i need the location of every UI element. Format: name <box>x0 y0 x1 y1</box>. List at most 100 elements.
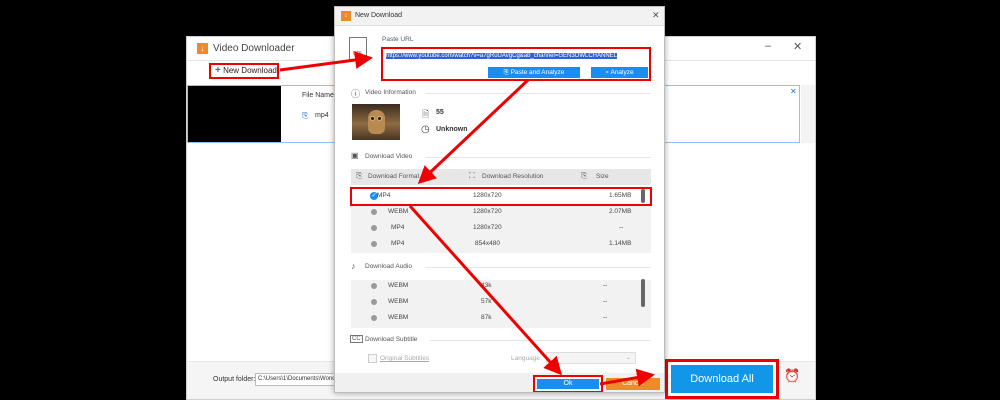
divider <box>425 157 651 158</box>
url-value: https://www.youtube.com/watch?v=a7gRuUAv… <box>386 53 618 59</box>
list-scrollbar[interactable] <box>801 85 815 143</box>
row-bitrate: 43k <box>481 282 492 289</box>
info-icon: ⓘ <box>351 89 361 99</box>
original-subtitles-checkbox[interactable] <box>368 354 377 363</box>
language-select[interactable]: ⌄ <box>546 352 636 364</box>
analyze-button[interactable]: ⌕ Analyze <box>591 67 648 78</box>
output-folder-input[interactable]: C:\Users\1\Documents\Wonde <box>255 373 345 386</box>
row-size: -- <box>603 282 608 289</box>
resolution-icon: ⛶ <box>469 171 475 180</box>
audio-list-scrollbar[interactable] <box>641 279 645 307</box>
row-resolution: 1280x720 <box>473 208 502 215</box>
row-size: -- <box>603 298 608 305</box>
dialog-title-bar: ↓ New Download ✕ <box>335 7 664 26</box>
row-size: -- <box>603 314 608 321</box>
document-icon: 🗎 <box>422 109 430 119</box>
url-file-icon: URL <box>349 37 367 61</box>
format-icon: ⎘ <box>356 171 363 180</box>
video-row[interactable]: MP4 854x480 1.14MB <box>351 236 651 252</box>
language-label: Language <box>511 355 540 362</box>
video-table-header: ⎘ Download Format ⛶ Download Resolution … <box>351 169 651 185</box>
paste-and-analyze-button[interactable]: ⎘ Paste and Analyze <box>488 67 580 78</box>
dialog-title: New Download <box>355 12 403 19</box>
alarm-clock-icon[interactable]: ⏰ <box>784 368 800 384</box>
app-logo-icon: ↓ <box>341 11 351 21</box>
video-size: Unknown <box>436 126 468 133</box>
row-size: -- <box>619 224 624 231</box>
row-format: WEBM <box>388 208 409 215</box>
close-button[interactable]: ✕ <box>793 40 802 53</box>
remove-item-button[interactable]: ✕ <box>790 87 797 96</box>
video-section-icon: ▣ <box>351 151 359 160</box>
video-thumbnail <box>352 104 400 140</box>
video-information-label: Video Information <box>365 89 416 96</box>
file-format: mp4 <box>315 112 329 119</box>
download-video-label: Download Video <box>365 153 413 160</box>
owl-eye <box>377 116 382 121</box>
paste-and-analyze-label: Paste and Analyze <box>510 69 565 76</box>
plus-icon: + <box>215 65 221 76</box>
video-thumbnail <box>188 86 281 142</box>
clipboard-icon: ⎘ <box>503 69 511 76</box>
video-row[interactable]: MP4 1280x720 -- <box>351 220 651 236</box>
row-size: 1.14MB <box>609 240 632 247</box>
row-format: MP4 <box>391 224 405 231</box>
dialog-close-button[interactable]: ✕ <box>652 10 660 21</box>
ok-annotation-frame: Ok <box>533 375 603 392</box>
download-all-button[interactable]: Download All <box>665 359 779 399</box>
download-all-label: Download All <box>671 365 773 393</box>
subtitle-cc-icon: CC <box>350 335 363 343</box>
new-download-label: New Download <box>223 66 277 75</box>
radio-dot[interactable] <box>371 241 377 247</box>
analyze-label: Analyze <box>610 69 634 76</box>
new-download-button[interactable]: + New Download <box>209 63 279 79</box>
dialog-footer: Ok Cancel <box>335 373 664 392</box>
radio-dot[interactable] <box>371 225 377 231</box>
row-format: WEBM <box>388 282 409 289</box>
header-size: Size <box>596 173 609 180</box>
minimize-button[interactable]: – <box>765 40 771 52</box>
row-resolution: 854x480 <box>475 240 500 247</box>
row-size: 2.07MB <box>609 208 632 215</box>
cancel-button[interactable]: Cancel <box>606 378 660 390</box>
header-download-resolution: Download Resolution <box>482 173 544 180</box>
owl-eye <box>370 116 375 121</box>
music-note-icon: ♪ <box>351 261 356 271</box>
divider <box>425 267 651 268</box>
selected-row-annotation-frame <box>350 187 652 206</box>
app-logo-icon: ↓ <box>197 43 208 54</box>
radio-dot[interactable] <box>371 209 377 215</box>
size-icon: ⎘ <box>581 171 588 180</box>
download-audio-label: Download Audio <box>365 263 412 270</box>
header-download-format: Download Format <box>368 173 420 180</box>
original-subtitles-label[interactable]: Original Subtitles <box>380 355 429 362</box>
clock-icon: ◷ <box>421 124 430 135</box>
ok-button[interactable]: Ok <box>537 379 599 389</box>
row-format: MP4 <box>391 240 405 247</box>
divider <box>425 93 651 94</box>
output-folder-label: Output folder: <box>213 376 256 383</box>
video-row[interactable]: WEBM 1280x720 2.07MB <box>351 204 651 220</box>
download-subtitle-label: Download Subtitle <box>365 336 418 343</box>
paste-url-label: Paste URL <box>382 36 414 43</box>
new-download-dialog: ↓ New Download ✕ URL Paste URL https://w… <box>334 6 665 393</box>
row-bitrate: 57k <box>481 298 492 305</box>
radio-dot[interactable] <box>371 299 377 305</box>
url-input[interactable]: https://www.youtube.com/watch?v=a7gRuUAv… <box>386 52 644 61</box>
file-name-label: File Name: <box>302 92 336 99</box>
url-annotation-frame: https://www.youtube.com/watch?v=a7gRuUAv… <box>381 47 651 81</box>
row-resolution: 1280x720 <box>473 224 502 231</box>
audio-row[interactable]: WEBM 43k -- <box>351 278 651 294</box>
divider <box>430 340 651 341</box>
row-format: WEBM <box>388 314 409 321</box>
row-bitrate: 87k <box>481 314 492 321</box>
video-file-icon: ⎘ <box>302 111 309 120</box>
row-format: WEBM <box>388 298 409 305</box>
owl-image <box>368 110 385 134</box>
audio-row[interactable]: WEBM 87k -- <box>351 310 651 326</box>
audio-row[interactable]: WEBM 57k -- <box>351 294 651 310</box>
chevron-down-icon: ⌄ <box>625 355 631 361</box>
video-duration: 55 <box>436 109 444 116</box>
radio-dot[interactable] <box>371 283 377 289</box>
radio-dot[interactable] <box>371 315 377 321</box>
